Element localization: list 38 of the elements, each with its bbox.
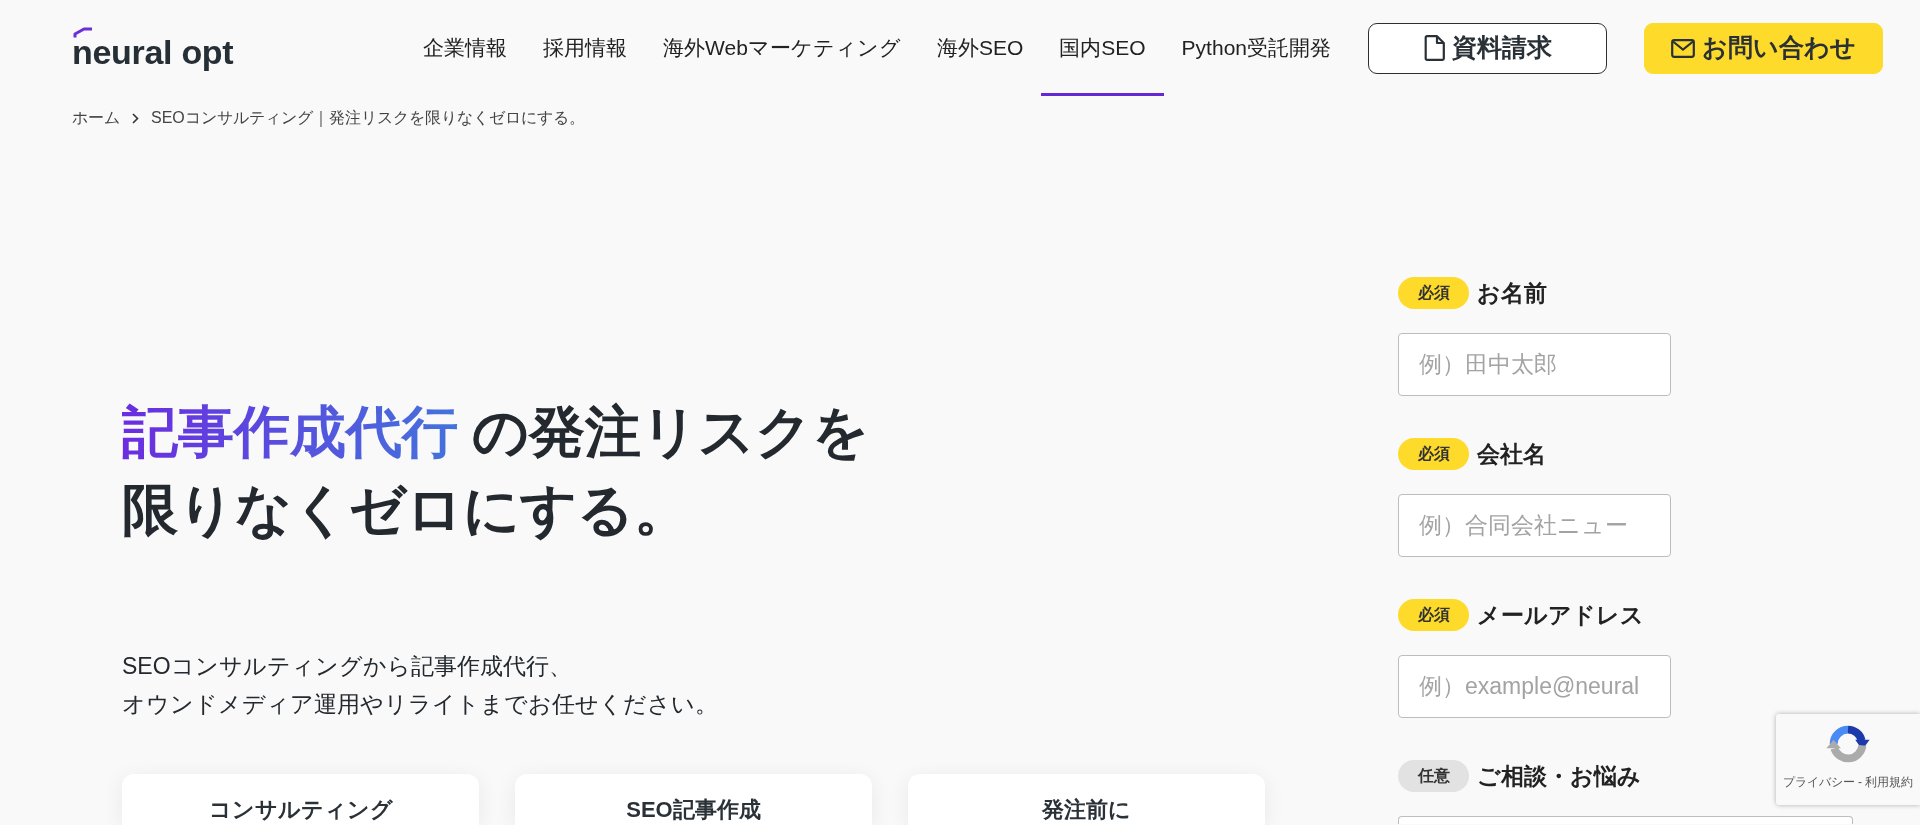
hero-lead: SEOコンサルティングから記事作成代行、 オウンドメディア運用やリライトまでお任せください。	[122, 652, 719, 719]
message-textarea[interactable]	[1398, 816, 1853, 824]
nav-link[interactable]: 採用情報	[525, 0, 646, 96]
field-label: お名前	[1477, 278, 1547, 308]
service-card[interactable]: SEO記事作成	[515, 774, 872, 825]
nav-link[interactable]: 国内SEO	[1041, 0, 1164, 96]
chevron-right-icon	[132, 112, 139, 124]
required-badge: 必須	[1398, 438, 1469, 470]
document-icon	[1423, 35, 1445, 61]
required-badge: 必須	[1398, 599, 1469, 631]
field-label: 会社名	[1477, 439, 1546, 469]
field-label: ご相談・お悩み	[1477, 761, 1641, 791]
service-card-title: 発注前に	[1040, 797, 1132, 823]
breadcrumb-current: SEOコンサルティング｜発注リスクを限りなくゼロにする。	[151, 108, 585, 129]
hero-heading: 記事作成代行 の発注リスクを 限りなくゼロにする。	[122, 399, 870, 543]
link-separator: -	[1858, 775, 1862, 789]
nav-link[interactable]: 海外Webマーケティング	[645, 0, 919, 96]
service-card-title: SEO記事作成	[625, 797, 762, 823]
recaptcha-link[interactable]: プライバシー	[1783, 775, 1855, 789]
text-input[interactable]: 例）合同会社ニュー	[1398, 494, 1671, 557]
document-request-button[interactable]: 資料請求	[1368, 22, 1607, 74]
nav-link[interactable]: 企業情報	[405, 0, 526, 96]
service-card-title: コンサルティング	[207, 797, 394, 823]
logo-mark-icon	[73, 27, 93, 38]
optional-badge: 任意	[1398, 760, 1469, 792]
nav-link[interactable]: 海外SEO	[918, 0, 1042, 96]
contact-button[interactable]: お問い合わせ	[1644, 22, 1883, 74]
breadcrumb-link[interactable]: ホーム	[72, 106, 120, 130]
required-badge: 必須	[1398, 277, 1469, 309]
text-input[interactable]: 例）example@neural	[1398, 655, 1671, 718]
recaptcha-link[interactable]: 利用規約	[1865, 775, 1913, 789]
envelope-icon	[1671, 38, 1695, 58]
logo[interactable]: neural opt	[72, 27, 234, 69]
service-card[interactable]: 発注前に	[908, 774, 1265, 825]
service-card[interactable]: コンサルティング	[122, 774, 479, 825]
field-label: メールアドレス	[1477, 600, 1644, 630]
text-input[interactable]: 例）田中太郎	[1398, 333, 1671, 396]
nav-link[interactable]: Python受託開発	[1163, 0, 1349, 96]
